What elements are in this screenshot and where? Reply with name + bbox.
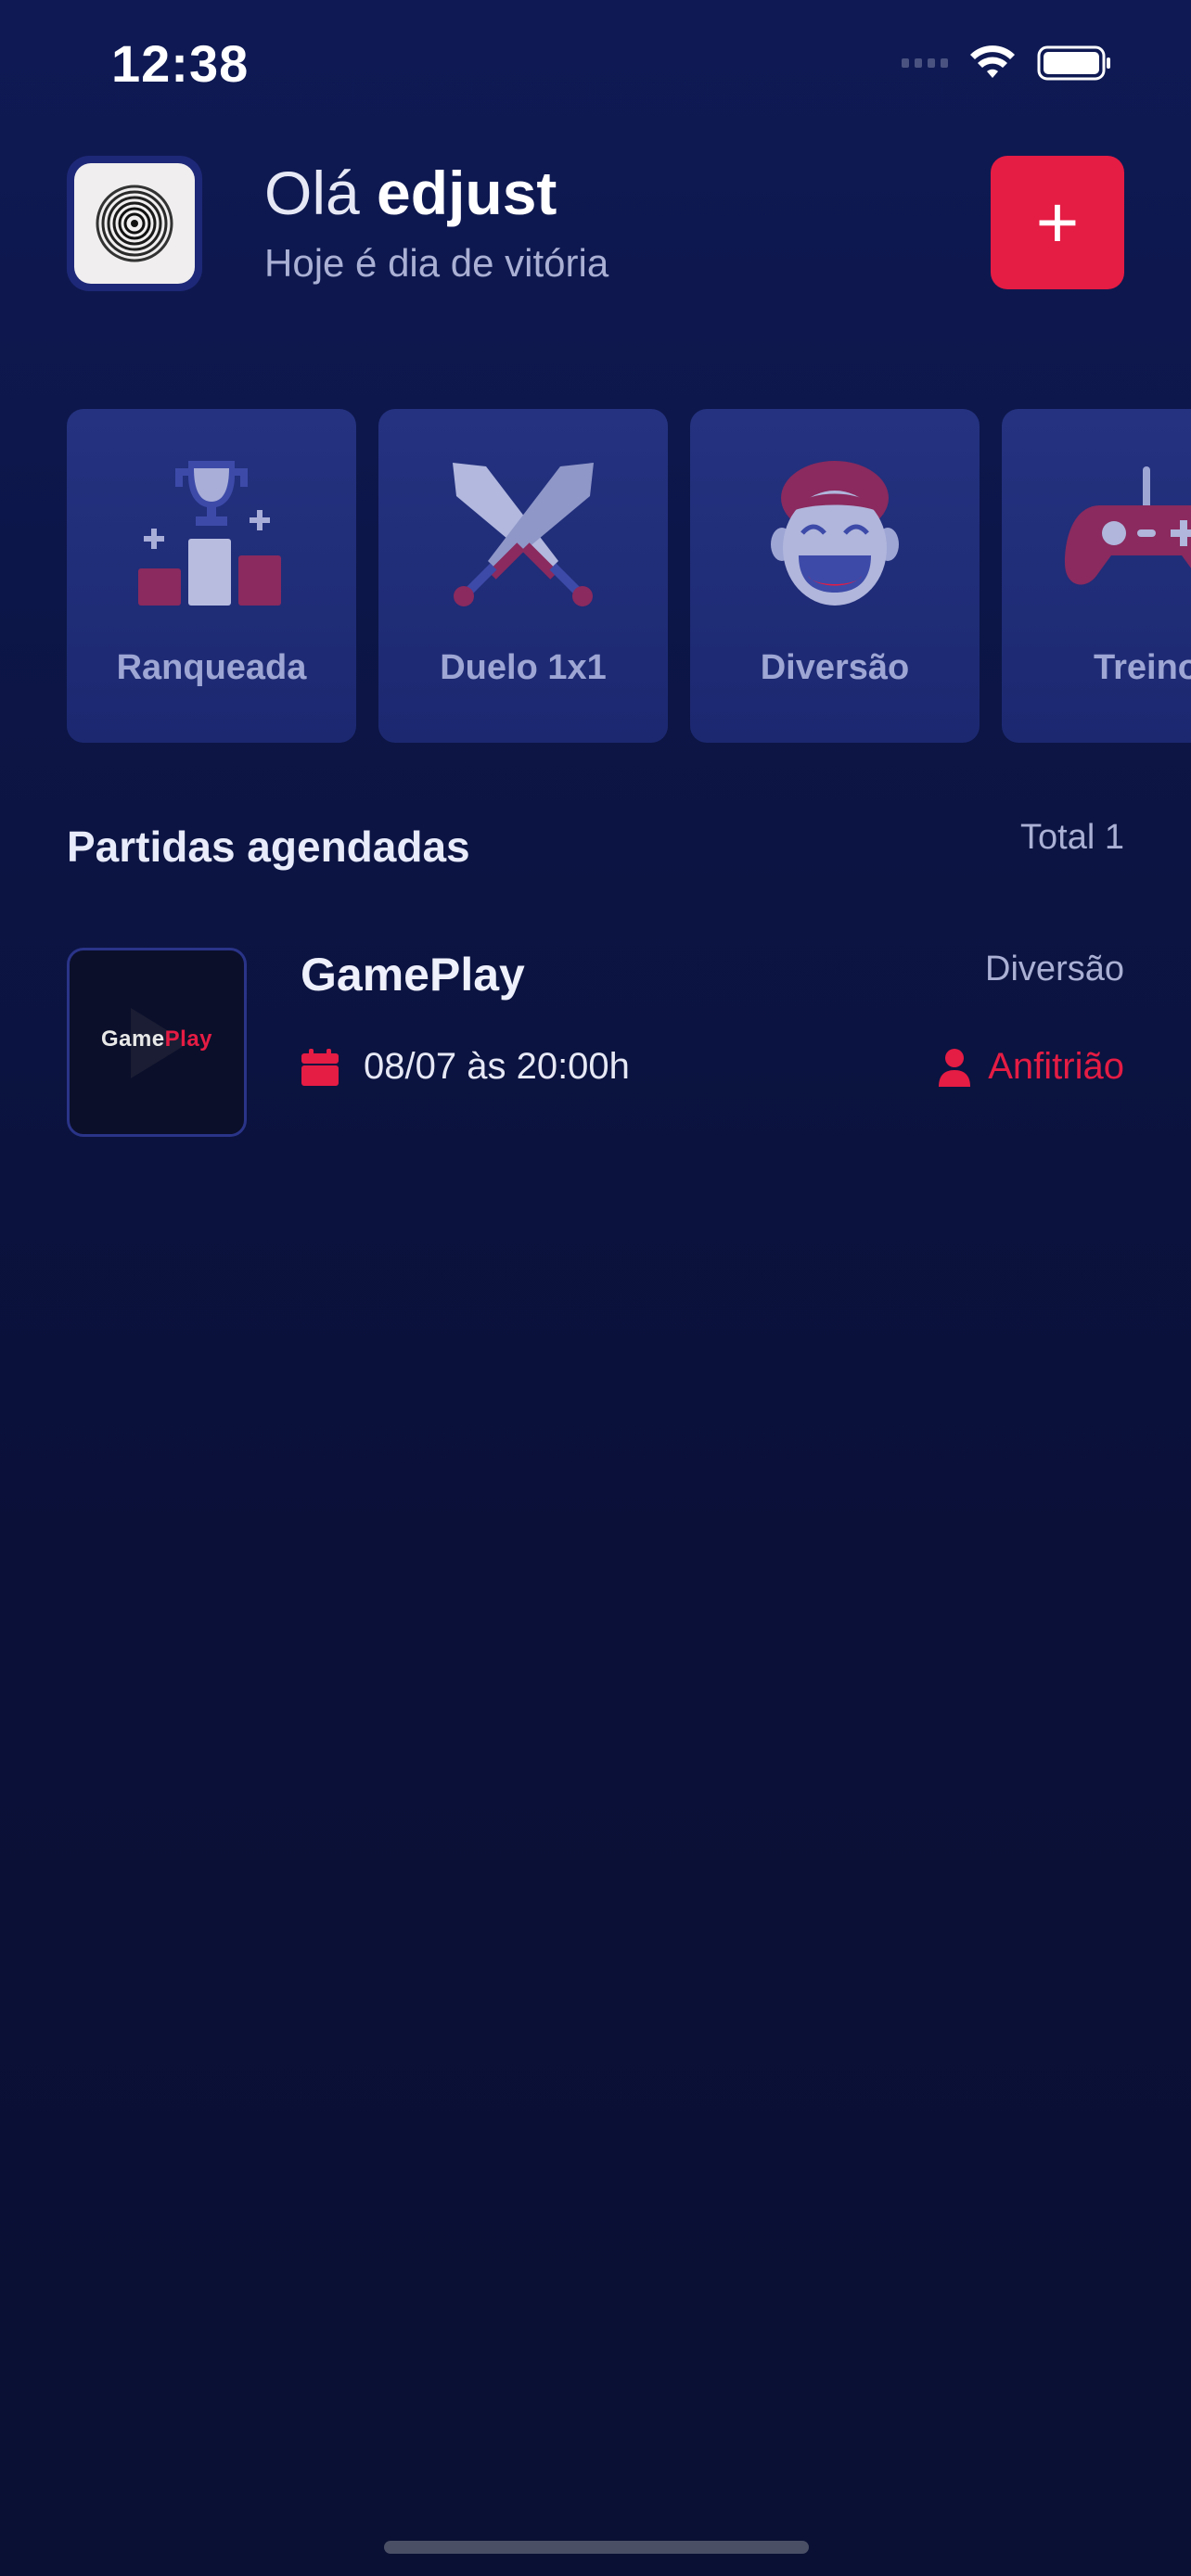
user-icon bbox=[939, 1048, 971, 1087]
username: edjust bbox=[377, 159, 557, 227]
match-card[interactable]: GamePlay GamePlay Diversão 08/07 às 20:0… bbox=[67, 948, 1124, 1137]
match-role: Anfitrião bbox=[938, 1046, 1124, 1088]
cellular-signal-icon bbox=[902, 58, 948, 68]
category-ranqueada[interactable]: Ranqueada bbox=[67, 409, 356, 743]
category-carousel[interactable]: Ranqueada Duelo 1x1 Diversão Treino bbox=[67, 409, 1191, 743]
status-indicators bbox=[902, 45, 1113, 82]
battery-icon bbox=[1037, 45, 1110, 81]
gamepad-icon bbox=[1065, 466, 1191, 585]
category-duelo[interactable]: Duelo 1x1 bbox=[378, 409, 668, 743]
match-category: Diversão bbox=[985, 950, 1124, 988]
trophy-podium-icon bbox=[138, 461, 281, 606]
match-datetime: 08/07 às 20:00h bbox=[364, 1046, 630, 1087]
greeting-subtitle: Hoje é dia de vitória bbox=[264, 241, 609, 285]
scheduled-matches-title: Partidas agendadas bbox=[67, 823, 470, 871]
home-screen: 12:38 Olá edjust Hoje é dia de vitória +… bbox=[0, 0, 1191, 2576]
category-diversao[interactable]: Diversão bbox=[690, 409, 980, 743]
match-role-label: Anfitrião bbox=[988, 1046, 1124, 1087]
category-label: Duelo 1x1 bbox=[440, 648, 607, 687]
laughing-face-icon bbox=[771, 461, 899, 606]
calendar-icon bbox=[301, 1048, 339, 1086]
category-label: Diversão bbox=[760, 648, 910, 687]
match-date: 08/07 às 20:00h bbox=[301, 1046, 630, 1088]
category-label: Ranqueada bbox=[116, 648, 307, 687]
category-treino[interactable]: Treino bbox=[1002, 409, 1191, 743]
avatar[interactable] bbox=[67, 156, 202, 291]
avatar-spiral-icon bbox=[96, 185, 173, 262]
match-thumbnail: GamePlay bbox=[67, 948, 247, 1137]
scheduled-matches-total: Total 1 bbox=[1020, 818, 1124, 857]
category-label: Treino bbox=[1093, 648, 1191, 687]
home-indicator[interactable] bbox=[384, 2541, 809, 2554]
crossed-swords-icon bbox=[453, 463, 594, 606]
gameplay-logo: GamePlay bbox=[100, 1027, 213, 1052]
match-title: GamePlay bbox=[301, 949, 525, 1001]
greeting-prefix: Olá bbox=[264, 159, 378, 227]
greeting: Olá edjust bbox=[264, 158, 557, 228]
add-match-button[interactable]: + bbox=[991, 156, 1124, 289]
status-time: 12:38 bbox=[111, 34, 250, 93]
wifi-icon bbox=[970, 45, 1015, 78]
